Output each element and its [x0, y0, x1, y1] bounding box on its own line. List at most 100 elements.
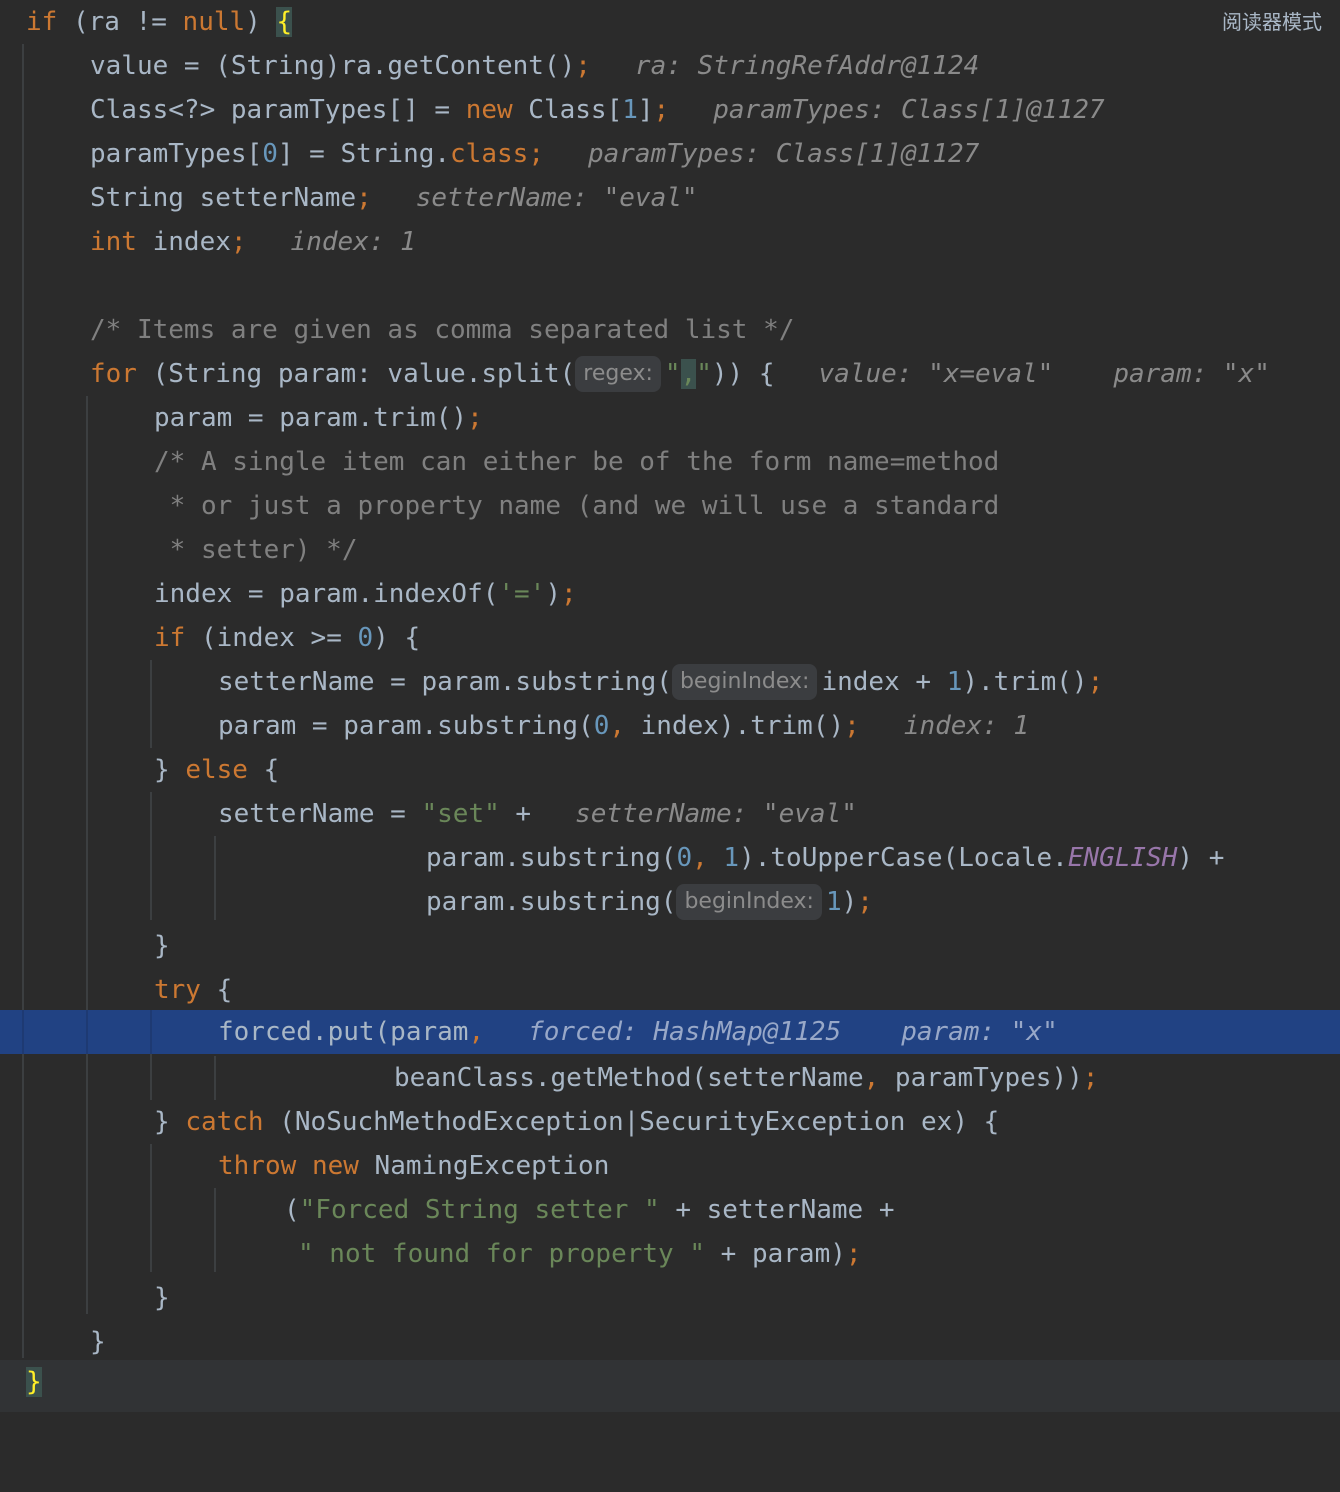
keyword: throw	[218, 1151, 297, 1181]
semicolon: ;	[575, 51, 591, 81]
code-text: Class<?> paramTypes[] =	[90, 95, 466, 125]
keyword: int	[90, 227, 137, 257]
debug-value: setterName: "eval"	[415, 183, 698, 213]
code-text: + setterName +	[659, 1195, 895, 1225]
number-literal: 0	[593, 711, 610, 741]
keyword: class	[450, 139, 529, 169]
code-line[interactable]: * setter) */	[0, 528, 1340, 572]
code-line[interactable]: * or just a property name (and we will u…	[0, 484, 1340, 528]
code-line[interactable]: setterName = "set" + setterName: "eval"	[0, 792, 1340, 836]
keyword: catch	[185, 1107, 264, 1137]
semicolon: ;	[1082, 1063, 1099, 1093]
code-line[interactable]: if (index >= 0) {	[0, 616, 1340, 660]
code-text: setterName =	[218, 799, 422, 829]
code-text: index	[136, 227, 231, 257]
code-text: value = (String)ra.getContent()	[90, 51, 576, 81]
code-line[interactable]: paramTypes[0] = String.class; paramTypes:…	[0, 132, 1340, 176]
code-text: Class[	[512, 95, 623, 125]
code-line[interactable]: param = param.substring(0, index).trim()…	[0, 704, 1340, 748]
code-line[interactable]: try {	[0, 968, 1340, 1012]
debug-value: ra: StringRefAddr@1124	[634, 51, 980, 81]
code-line[interactable]: }	[0, 1320, 1340, 1364]
number-literal: 1	[825, 887, 842, 917]
caret-highlight: ,	[680, 359, 697, 389]
keyword: new	[465, 95, 513, 125]
comment: * setter) */	[154, 535, 358, 565]
code-text: {	[200, 975, 233, 1005]
code-text: index = param.indexOf(	[154, 579, 499, 609]
code-text: )) {	[711, 359, 775, 389]
code-line[interactable]: param = param.trim();	[0, 396, 1340, 440]
debug-value: param: "x"	[1113, 359, 1270, 389]
code-text: )	[545, 579, 561, 609]
code-line[interactable]: /* Items are given as comma separated li…	[0, 308, 1340, 352]
code-text: param = param.substring(	[218, 711, 594, 741]
code-line[interactable]: if (ra != null) {	[0, 0, 1340, 44]
code-line[interactable]: String setterName; setterName: "eval"	[0, 176, 1340, 220]
code-line[interactable]: } catch (NoSuchMethodException|SecurityE…	[0, 1100, 1340, 1144]
code-line[interactable]: index = param.indexOf('=');	[0, 572, 1340, 616]
debug-value: value: "x=eval"	[818, 359, 1054, 389]
code-line[interactable]: throw new NamingException	[0, 1144, 1340, 1188]
string-literal: " not found for property "	[298, 1239, 705, 1269]
code-text: ) +	[1177, 843, 1225, 873]
number-literal: 0	[676, 843, 693, 873]
indent-guide	[86, 1010, 88, 1054]
semicolon: ;	[528, 139, 544, 169]
code-text: (	[284, 1195, 300, 1225]
code-text: (String param: value.split(	[136, 359, 576, 389]
code-line[interactable]: } else {	[0, 748, 1340, 792]
parameter-hint: beginIndex:	[676, 884, 822, 920]
number-literal: 1	[622, 95, 638, 125]
keyword: null	[182, 7, 246, 37]
code-line[interactable]: param.substring(beginIndex: 1);	[0, 880, 1340, 924]
code-text: }	[90, 1327, 106, 1357]
code-text: param = param.trim()	[154, 403, 468, 433]
execution-line[interactable]: forced.put(param, forced: HashMap@1125 par…	[0, 1010, 1340, 1054]
string-literal: "	[664, 359, 681, 389]
semicolon: ;	[653, 95, 670, 125]
code-text: )	[841, 887, 858, 917]
debug-value: paramTypes: Class[1]@1127	[713, 95, 1105, 125]
matched-brace: {	[276, 7, 293, 37]
code-line[interactable]: " not found for property " + param);	[0, 1232, 1340, 1276]
comma: ,	[468, 1017, 485, 1047]
code-editor[interactable]: if (ra != null) { 阅读器模式 value = (String)…	[0, 0, 1340, 1412]
code-line[interactable]: ("Forced String setter " + setterName +	[0, 1188, 1340, 1232]
code-line[interactable]: }	[0, 924, 1340, 968]
comment: /* Items are given as comma separated li…	[90, 315, 795, 345]
code-text: ).toUpperCase(Locale.	[739, 843, 1068, 873]
code-line[interactable]: }	[0, 1276, 1340, 1320]
reader-mode-button[interactable]: 阅读器模式	[1222, 6, 1322, 38]
code-text: index +	[821, 667, 947, 697]
code-line[interactable]: value = (String)ra.getContent(); ra: Stri…	[0, 44, 1340, 88]
code-text: }	[154, 1107, 186, 1137]
string-literal: "	[696, 359, 712, 389]
code-text: ) {	[373, 623, 421, 653]
code-line[interactable]: param.substring(0, 1).toUpperCase(Locale…	[0, 836, 1340, 880]
code-line[interactable]: Class<?> paramTypes[] = new Class[1]; par…	[0, 88, 1340, 132]
code-text: }	[154, 931, 170, 961]
code-text: beanClass.getMethod(setterName	[394, 1063, 864, 1093]
debug-value: setterName: "eval"	[575, 799, 857, 829]
code-line[interactable]: /* A single item can either be of the fo…	[0, 440, 1340, 484]
caret-line[interactable]: }	[0, 1360, 1340, 1412]
code-line[interactable]: int index; index: 1	[0, 220, 1340, 264]
string-literal: '='	[498, 579, 546, 609]
code-text: forced.put(param	[218, 1017, 469, 1047]
code-text: setterName = param.substring(	[218, 667, 672, 697]
keyword: for	[90, 359, 137, 389]
code-text: param.substring(	[426, 843, 677, 873]
code-line[interactable]: beanClass.getMethod(setterName, paramTyp…	[0, 1056, 1340, 1100]
parameter-hint: regex:	[575, 356, 661, 392]
keyword: if	[154, 623, 186, 653]
code-text: ]	[637, 95, 654, 125]
keyword: if	[26, 7, 58, 37]
string-literal: "set"	[421, 799, 500, 829]
code-text: param.substring(	[426, 887, 677, 917]
code-line[interactable]: for (String param: value.split(regex: ","…	[0, 352, 1340, 396]
debug-value: index: 1	[290, 227, 416, 257]
code-line[interactable]: setterName = param.substring(beginIndex:…	[0, 660, 1340, 704]
